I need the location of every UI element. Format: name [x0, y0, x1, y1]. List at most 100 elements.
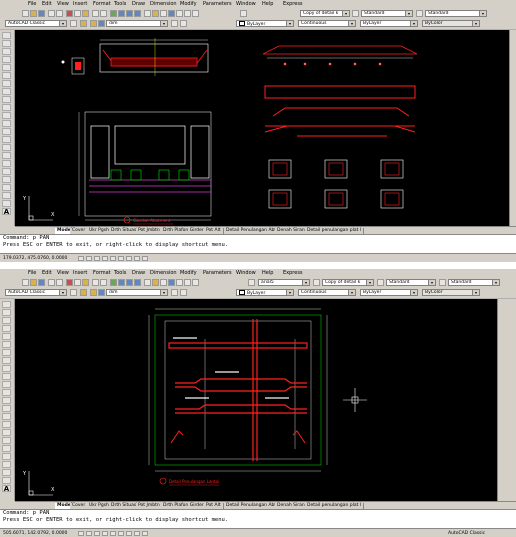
menu-dimension[interactable]: Dimension — [150, 0, 177, 9]
otrack-toggle-icon[interactable] — [118, 256, 124, 261]
pan-icon[interactable] — [110, 10, 117, 17]
text-style-icon[interactable] — [240, 10, 247, 17]
menu-express[interactable]: Express — [283, 0, 303, 9]
dim-style-combo[interactable]: Standard ▾ — [361, 10, 413, 17]
zoom-realtime-icon[interactable] — [118, 279, 125, 286]
save-icon[interactable] — [38, 10, 45, 17]
paste-icon[interactable] — [82, 279, 89, 286]
menu-tools[interactable]: Tools — [114, 0, 126, 9]
multiline-text-icon[interactable]: A — [2, 208, 11, 216]
drawing-canvas[interactable]: Gambar Abutment Y X — [15, 30, 509, 226]
dyn-toggle-icon[interactable] — [134, 531, 140, 536]
help-icon[interactable] — [192, 10, 199, 17]
menu-format[interactable]: Format — [93, 269, 111, 278]
copy-object-icon[interactable] — [2, 453, 11, 460]
menu-express[interactable]: Express — [283, 269, 303, 278]
linetype-combo[interactable]: Continuous ▾ — [298, 20, 356, 27]
menu-file[interactable]: File — [28, 0, 36, 9]
construction-line-icon[interactable] — [2, 309, 11, 316]
menu-draw[interactable]: Draw — [132, 0, 145, 9]
cut-icon[interactable] — [66, 279, 73, 286]
polar-toggle-icon[interactable] — [102, 256, 108, 261]
preview-icon[interactable] — [56, 10, 63, 17]
zoom-realtime-icon[interactable] — [118, 10, 125, 17]
menu-help[interactable]: Help — [262, 269, 273, 278]
mirror-icon[interactable] — [2, 461, 11, 468]
construction-line-icon[interactable] — [2, 40, 11, 47]
open-file-icon[interactable] — [30, 279, 37, 286]
design-center-icon[interactable] — [152, 10, 159, 17]
arc-icon[interactable] — [2, 341, 11, 348]
zoom-previous-icon[interactable] — [134, 279, 141, 286]
dim-style-icon[interactable] — [313, 279, 320, 286]
snap-toggle-icon[interactable] — [78, 256, 84, 261]
mleader-style-combo[interactable]: Standard ▾ — [448, 279, 500, 286]
table-style-combo[interactable]: Standard ▾ — [386, 279, 436, 286]
make-block-icon[interactable] — [2, 128, 11, 135]
osnap-toggle-icon[interactable] — [110, 531, 116, 536]
table-style-combo[interactable]: Standard ▾ — [425, 10, 487, 17]
dim-style-icon[interactable] — [352, 10, 359, 17]
pan-icon[interactable] — [110, 279, 117, 286]
print-icon[interactable] — [48, 279, 55, 286]
quickcalc-icon[interactable] — [184, 279, 191, 286]
menu-edit[interactable]: Edit — [42, 269, 52, 278]
zoom-window-icon[interactable] — [126, 279, 133, 286]
open-file-icon[interactable] — [30, 10, 37, 17]
design-center-icon[interactable] — [152, 279, 159, 286]
insert-block-icon[interactable] — [2, 120, 11, 127]
polyline-icon[interactable] — [2, 48, 11, 55]
command-window[interactable]: Command: p PAN Press ESC or ENTER to exi… — [0, 509, 516, 528]
revcloud-icon[interactable] — [2, 88, 11, 95]
color-combo[interactable]: ByLayer ▾ — [236, 20, 294, 27]
lineweight-toggle-icon[interactable] — [142, 531, 148, 536]
menu-help[interactable]: Help — [262, 0, 273, 9]
zoom-previous-icon[interactable] — [134, 10, 141, 17]
lineweight-toggle-icon[interactable] — [142, 256, 148, 261]
hatch-icon[interactable] — [2, 413, 11, 420]
preview-icon[interactable] — [56, 279, 63, 286]
insert-block-icon[interactable] — [2, 389, 11, 396]
text-style-combo[interactable]: Copy of detail k ▾ — [300, 10, 350, 17]
ducs-toggle-icon[interactable] — [126, 531, 132, 536]
new-file-icon[interactable] — [22, 279, 29, 286]
menu-insert[interactable]: Insert — [73, 269, 87, 278]
quickcalc-icon[interactable] — [184, 10, 191, 17]
table-icon[interactable] — [2, 168, 11, 175]
arc-icon[interactable] — [2, 72, 11, 79]
workspace-settings-icon[interactable] — [70, 20, 77, 27]
menu-window[interactable]: Window — [236, 269, 256, 278]
circle-icon[interactable] — [2, 349, 11, 356]
menu-insert[interactable]: Insert — [73, 0, 87, 9]
grid-toggle-icon[interactable] — [86, 256, 92, 261]
copy-icon[interactable] — [74, 10, 81, 17]
lineweight-combo[interactable]: ByLayer ▾ — [360, 289, 418, 296]
spline-icon[interactable] — [2, 365, 11, 372]
region-icon[interactable] — [2, 160, 11, 167]
line-icon[interactable] — [2, 301, 11, 308]
array-icon[interactable] — [2, 477, 11, 484]
cut-icon[interactable] — [66, 10, 73, 17]
erase-icon[interactable] — [2, 445, 11, 452]
lineweight-combo[interactable]: ByLayer ▾ — [360, 20, 418, 27]
offset-icon[interactable] — [2, 469, 11, 476]
properties-icon[interactable] — [144, 10, 151, 17]
rectangle-icon[interactable] — [2, 333, 11, 340]
copy-object-icon[interactable] — [2, 184, 11, 191]
spline-icon[interactable] — [2, 96, 11, 103]
revcloud-icon[interactable] — [2, 357, 11, 364]
markup-icon[interactable] — [176, 10, 183, 17]
polyline-icon[interactable] — [2, 317, 11, 324]
workspace-settings-icon[interactable] — [70, 289, 77, 296]
ellipse-arc-icon[interactable] — [2, 381, 11, 388]
ducs-toggle-icon[interactable] — [126, 256, 132, 261]
gradient-icon[interactable] — [2, 421, 11, 428]
hatch-icon[interactable] — [2, 144, 11, 151]
menu-dimension[interactable]: Dimension — [150, 269, 177, 278]
polygon-icon[interactable] — [2, 56, 11, 63]
print-icon[interactable] — [48, 10, 55, 17]
ortho-toggle-icon[interactable] — [94, 256, 100, 261]
new-file-icon[interactable] — [22, 10, 29, 17]
erase-icon[interactable] — [2, 176, 11, 183]
ellipse-icon[interactable] — [2, 373, 11, 380]
